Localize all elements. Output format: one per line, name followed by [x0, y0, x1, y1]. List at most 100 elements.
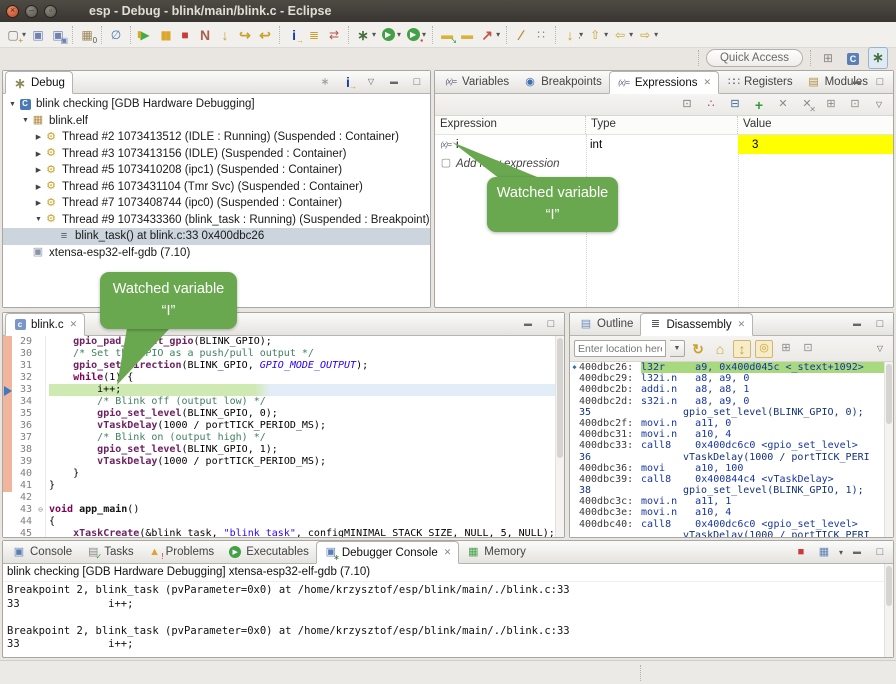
line-number[interactable]: 45	[12, 528, 36, 537]
maximize-button[interactable]: □	[871, 315, 889, 333]
pin-view-button[interactable]: ⊡	[846, 96, 864, 114]
step-return-button[interactable]: ↩	[255, 24, 275, 46]
line-number[interactable]: 37	[12, 432, 36, 444]
tab-variables[interactable]: (x)=Variables	[437, 71, 516, 93]
debug-tree-item[interactable]: ▶⚙Thread #3 1073413156 (IDLE) (Suspended…	[3, 146, 430, 163]
debug-tree-item[interactable]: ▼Cblink checking [GDB Hardware Debugging…	[3, 96, 430, 113]
step-over-button[interactable]: ↪	[235, 24, 255, 46]
snippets-button[interactable]: ∷	[531, 24, 551, 46]
import-button[interactable]: ▬↘	[437, 24, 457, 46]
run-dropdown-icon[interactable]: ▾	[397, 30, 401, 39]
view-menu-button[interactable]: ▽	[362, 73, 380, 91]
line-number[interactable]: 44	[12, 516, 36, 528]
debug-tree-item[interactable]: ▼⚙Thread #9 1073433360 (blink_task : Run…	[3, 212, 430, 229]
step-into-button[interactable]: ↓	[215, 24, 235, 46]
quick-access-button[interactable]: Quick Access	[706, 49, 803, 67]
column-header-expression[interactable]: Expression	[435, 116, 586, 134]
suspend-button[interactable]: ▮▮	[155, 24, 175, 46]
back-button[interactable]: ⇦▾	[610, 24, 635, 46]
view-menu-button[interactable]: ▽	[870, 96, 888, 114]
line-number[interactable]: 43	[12, 504, 36, 516]
home-button[interactable]: ⌂	[711, 340, 729, 358]
track-expression-button[interactable]: ◎	[755, 340, 773, 358]
open-new-view-button[interactable]: ⊞	[777, 340, 795, 358]
location-input[interactable]	[574, 340, 666, 357]
tree-expander-icon[interactable]: ▼	[20, 117, 31, 124]
skip-all-breakpoints-button[interactable]: ∅	[106, 24, 126, 46]
resume-button[interactable]: ▶▮	[135, 24, 155, 46]
open-perspective-button[interactable]: ⊞	[818, 47, 838, 69]
minimize-button[interactable]: ▬	[848, 73, 866, 91]
tree-expander-icon[interactable]: ▶	[33, 150, 44, 158]
minimize-button[interactable]: ▬	[848, 315, 866, 333]
instruction-stepping-button[interactable]: i→	[339, 73, 357, 91]
line-number[interactable]: 38	[12, 444, 36, 456]
debug-perspective-button[interactable]: ∗	[868, 47, 888, 69]
minimize-button[interactable]: ▬	[385, 73, 403, 91]
maximize-button[interactable]: □	[871, 73, 889, 91]
window-maximize-button[interactable]: ▫	[44, 5, 57, 18]
show-type-names-button[interactable]: ⊡	[678, 96, 696, 114]
pin-view-button[interactable]: ⊡	[799, 340, 817, 358]
tree-expander-icon[interactable]: ▶	[33, 166, 44, 174]
remove-all-expressions-button[interactable]: ✕✕	[798, 96, 816, 114]
editor-scrollbar[interactable]	[555, 336, 564, 537]
maximize-button[interactable]: □	[408, 73, 426, 91]
column-header-value[interactable]: Value	[738, 116, 893, 134]
line-number[interactable]: 35	[12, 408, 36, 420]
debug-tree-item[interactable]: ▼▦blink.elf	[3, 113, 430, 130]
save-button[interactable]: ▣	[28, 24, 48, 46]
show-logical-structures-button[interactable]: ∴	[702, 96, 720, 114]
tab-memory[interactable]: ▦Memory	[459, 541, 533, 563]
terminate-console-button[interactable]: ■	[792, 543, 810, 561]
tab-console[interactable]: ▣Console	[5, 541, 79, 563]
line-number[interactable]: 39	[12, 456, 36, 468]
close-icon[interactable]: ✕	[70, 319, 78, 330]
debug-tree-item[interactable]: ▶⚙Thread #5 1073410208 (ipc1) (Suspended…	[3, 162, 430, 179]
fold-marker-icon[interactable]: ⊖	[36, 504, 46, 516]
view-menu-button[interactable]: ▽	[871, 340, 889, 358]
line-number[interactable]: 31	[12, 360, 36, 372]
tab-disassembly[interactable]: ≣Disassembly✕	[640, 313, 753, 336]
tab-debug[interactable]: ∗Debug	[5, 71, 73, 94]
open-new-view-button[interactable]: ⊞	[822, 96, 840, 114]
close-icon[interactable]: ✕	[444, 547, 452, 558]
debug-tree-item[interactable]: ≡blink_task() at blink.c:33 0x400dbc26	[3, 228, 430, 245]
tab-expressions[interactable]: (x)=Expressions✕	[609, 71, 719, 94]
forward-button[interactable]: ⇨▾	[635, 24, 660, 46]
debug-tree-item[interactable]: ▶⚙Thread #2 1073413512 (IDLE : Running) …	[3, 129, 430, 146]
debug-dropdown-icon[interactable]: ▾	[372, 30, 376, 39]
debug-tree-item[interactable]: ▣xtensa-esp32-elf-gdb (7.10)	[3, 245, 430, 262]
disassembly-scrollbar[interactable]	[884, 362, 893, 537]
close-icon[interactable]: ✕	[703, 77, 711, 88]
maximize-button[interactable]: □	[542, 315, 560, 333]
display-console-button[interactable]: ▦	[815, 543, 833, 561]
use-step-filters-button[interactable]: ≣	[304, 24, 324, 46]
save-all-button[interactable]: ▣▣	[48, 24, 68, 46]
disconnect-button[interactable]: N	[195, 24, 215, 46]
minimize-button[interactable]: ▬	[848, 543, 866, 561]
close-icon[interactable]: ✕	[738, 319, 746, 330]
code-editor[interactable]: 29 gpio_pad_select_gpio(BLINK_GPIO);30 /…	[3, 336, 564, 537]
line-number[interactable]: 42	[12, 492, 36, 504]
tab-blink.c[interactable]: cblink.c✕	[5, 313, 85, 336]
format-button[interactable]: ∕	[511, 24, 531, 46]
refresh-button[interactable]: ↻	[689, 340, 707, 358]
window-minimize-button[interactable]: –	[25, 5, 38, 18]
location-dropdown-button[interactable]: ▼	[670, 340, 685, 357]
instruction-stepping-button[interactable]: i→	[284, 24, 304, 46]
open-folder-button[interactable]: ▬	[457, 24, 477, 46]
maximize-button[interactable]: □	[871, 543, 889, 561]
disassembly-listing[interactable]: ◆400dbc26:l32r a9, 0x400d045c <_stext+10…	[570, 362, 893, 537]
tab-problems[interactable]: ▲!Problems	[141, 541, 222, 563]
tree-expander-icon[interactable]: ▼	[33, 216, 44, 223]
window-close-button[interactable]: ×	[6, 5, 19, 18]
tab-outline[interactable]: ▤Outline	[572, 313, 640, 335]
tree-expander-icon[interactable]: ▼	[7, 101, 18, 108]
debug-button[interactable]: ∗▾	[353, 24, 378, 46]
go-up-dropdown-icon[interactable]: ▾	[604, 30, 608, 39]
remove-all-terminated-button[interactable]: ∗	[316, 73, 334, 91]
line-number[interactable]: 29	[12, 336, 36, 348]
remove-expression-button[interactable]: ✕	[774, 96, 792, 114]
display-console-dropdown-icon[interactable]: ▾	[839, 548, 843, 557]
